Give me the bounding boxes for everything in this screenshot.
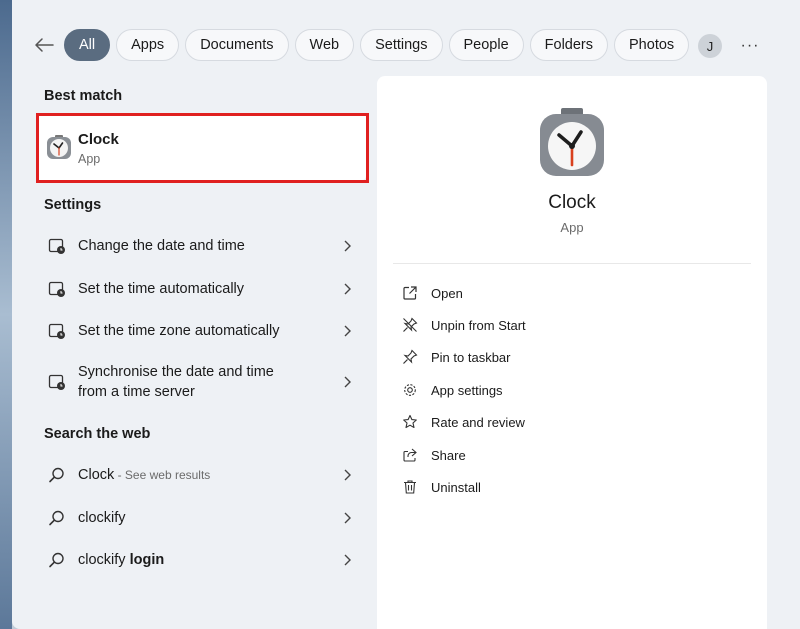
settings-item-time-automatically[interactable]: Set the time automatically	[36, 269, 366, 309]
action-uninstall[interactable]: Uninstall	[401, 475, 481, 499]
more-options-button[interactable]: ···	[738, 34, 762, 58]
web-result-clockify-login[interactable]: clockify login	[36, 540, 366, 580]
search-web-heading: Search the web	[44, 426, 151, 442]
gear-icon	[401, 381, 419, 399]
settings-item-change-date-time[interactable]: Change the date and time	[36, 226, 366, 266]
calendar-clock-icon	[48, 323, 65, 339]
settings-item-label: Set the time zone automatically	[78, 323, 280, 339]
settings-item-label-line2: from a time server	[78, 384, 195, 400]
filter-chip-settings[interactable]: Settings	[360, 29, 443, 61]
chevron-right-icon	[344, 554, 351, 566]
action-label: Rate and review	[431, 414, 525, 430]
action-open[interactable]: Open	[401, 281, 463, 305]
web-query: clockify	[78, 552, 126, 568]
user-avatar[interactable]: J	[698, 34, 722, 58]
settings-item-time-zone-automatically[interactable]: Set the time zone automatically	[36, 311, 366, 351]
star-icon	[401, 413, 419, 431]
unpin-icon	[401, 316, 419, 334]
action-label: Pin to taskbar	[431, 349, 511, 365]
action-pin-to-taskbar[interactable]: Pin to taskbar	[401, 345, 511, 369]
search-icon	[49, 510, 64, 526]
back-arrow-icon	[35, 38, 54, 52]
filter-bar: All Apps Documents Web Settings People F…	[30, 28, 727, 62]
action-app-settings[interactable]: App settings	[401, 378, 503, 402]
open-external-icon	[401, 284, 419, 302]
calendar-clock-icon	[48, 281, 65, 297]
action-unpin-from-start[interactable]: Unpin from Start	[401, 313, 526, 337]
details-divider	[393, 263, 751, 264]
best-match-heading: Best match	[44, 88, 123, 104]
settings-item-label-line1: Synchronise the date and time	[78, 364, 274, 380]
web-result-hint: - See web results	[114, 468, 211, 482]
search-icon	[49, 552, 64, 568]
action-label: Uninstall	[431, 479, 481, 495]
chevron-right-icon	[344, 240, 351, 252]
filter-chip-documents[interactable]: Documents	[185, 29, 289, 61]
settings-item-label: Change the date and time	[78, 238, 245, 254]
action-label: Share	[431, 447, 466, 463]
filter-chip-all[interactable]: All	[64, 29, 111, 61]
filter-chip-photos[interactable]: Photos	[614, 29, 690, 61]
filter-chip-apps[interactable]: Apps	[116, 29, 180, 61]
calendar-clock-icon	[48, 238, 65, 254]
clock-app-icon	[540, 108, 604, 176]
action-label: Unpin from Start	[431, 317, 526, 333]
chevron-right-icon	[344, 325, 351, 337]
details-pane: Clock App Open Unpin from Start Pin to t…	[377, 76, 767, 629]
trash-icon	[401, 478, 419, 496]
chevron-right-icon	[344, 376, 351, 388]
best-match-highlight-box	[36, 113, 369, 183]
web-query-suggestion: login	[125, 552, 165, 568]
filter-chip-web[interactable]: Web	[294, 29, 355, 61]
details-app-name: Clock	[548, 192, 596, 213]
action-rate-and-review[interactable]: Rate and review	[401, 410, 525, 434]
chevron-right-icon	[344, 512, 351, 524]
pin-icon	[401, 348, 419, 366]
settings-item-label: Set the time automatically	[78, 281, 245, 297]
chevron-right-icon	[344, 283, 351, 295]
chevron-right-icon	[344, 469, 351, 481]
web-query: clockify	[78, 510, 126, 526]
action-label: App settings	[431, 382, 503, 398]
settings-heading: Settings	[44, 197, 102, 213]
web-result-label: Clock - See web results	[78, 465, 210, 485]
action-share[interactable]: Share	[401, 443, 466, 467]
desktop-wallpaper-edge	[0, 0, 12, 629]
details-app-type: App	[560, 220, 584, 235]
settings-item-label: Synchronise the date and time from a tim…	[78, 362, 274, 402]
settings-item-synchronise-time[interactable]: Synchronise the date and time from a tim…	[36, 354, 366, 410]
search-icon	[49, 467, 64, 483]
calendar-clock-icon	[48, 374, 65, 390]
web-query: Clock	[78, 467, 115, 483]
share-icon	[401, 446, 419, 464]
filter-chip-folders[interactable]: Folders	[529, 29, 609, 61]
back-button[interactable]	[30, 31, 58, 59]
web-result-label: clockify login	[78, 550, 164, 570]
web-result-clockify[interactable]: clockify	[36, 498, 366, 538]
web-result-clock[interactable]: Clock - See web results	[36, 455, 366, 495]
action-label: Open	[431, 285, 463, 301]
filter-chip-people[interactable]: People	[448, 29, 524, 61]
